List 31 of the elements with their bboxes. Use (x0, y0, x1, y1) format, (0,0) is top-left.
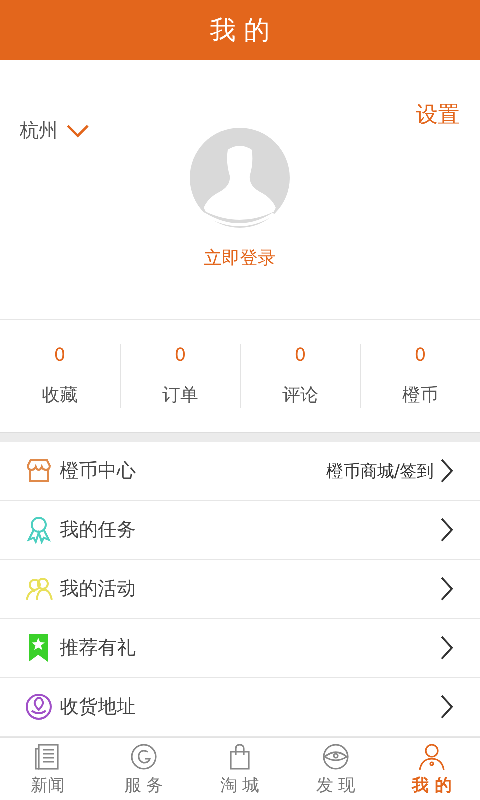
chevron-right-icon (440, 576, 454, 602)
menu-label: 我的活动 (60, 577, 137, 602)
chevron-down-icon (66, 124, 90, 138)
chevron-right-icon (440, 694, 454, 720)
stat-label: 订单 (162, 384, 198, 407)
chevron-right-icon (440, 458, 454, 484)
eye-icon (321, 742, 351, 772)
location-icon (24, 692, 54, 722)
stat-item[interactable]: 0 橙币 (360, 344, 480, 408)
stat-value: 0 (294, 345, 306, 366)
page-title: 我 的 (210, 14, 270, 48)
menu-label: 橙币中心 (60, 459, 137, 484)
medal-icon (24, 515, 54, 545)
stat-value: 0 (174, 345, 186, 366)
stat-label: 评论 (282, 384, 318, 407)
menu-label: 收货地址 (60, 695, 137, 720)
stat-label: 收藏 (42, 384, 78, 407)
menu-detail: 橙币商城/签到 (326, 460, 434, 482)
avatar-icon (190, 128, 290, 228)
stat-item[interactable]: 0 订单 (120, 344, 240, 408)
chevron-right-icon (440, 517, 454, 543)
chevron-right-icon (440, 635, 454, 661)
menu-label: 我的任务 (60, 518, 137, 543)
stat-value: 0 (54, 345, 66, 366)
city-selector[interactable]: 杭州 (20, 118, 90, 144)
stat-label: 橙币 (402, 384, 438, 407)
stat-value: 0 (414, 345, 426, 366)
menu-label: 推荐有礼 (60, 636, 137, 661)
stat-item[interactable]: 0 评论 (240, 344, 360, 408)
person-icon (417, 742, 447, 772)
stat-item[interactable]: 0 收藏 (0, 344, 120, 408)
